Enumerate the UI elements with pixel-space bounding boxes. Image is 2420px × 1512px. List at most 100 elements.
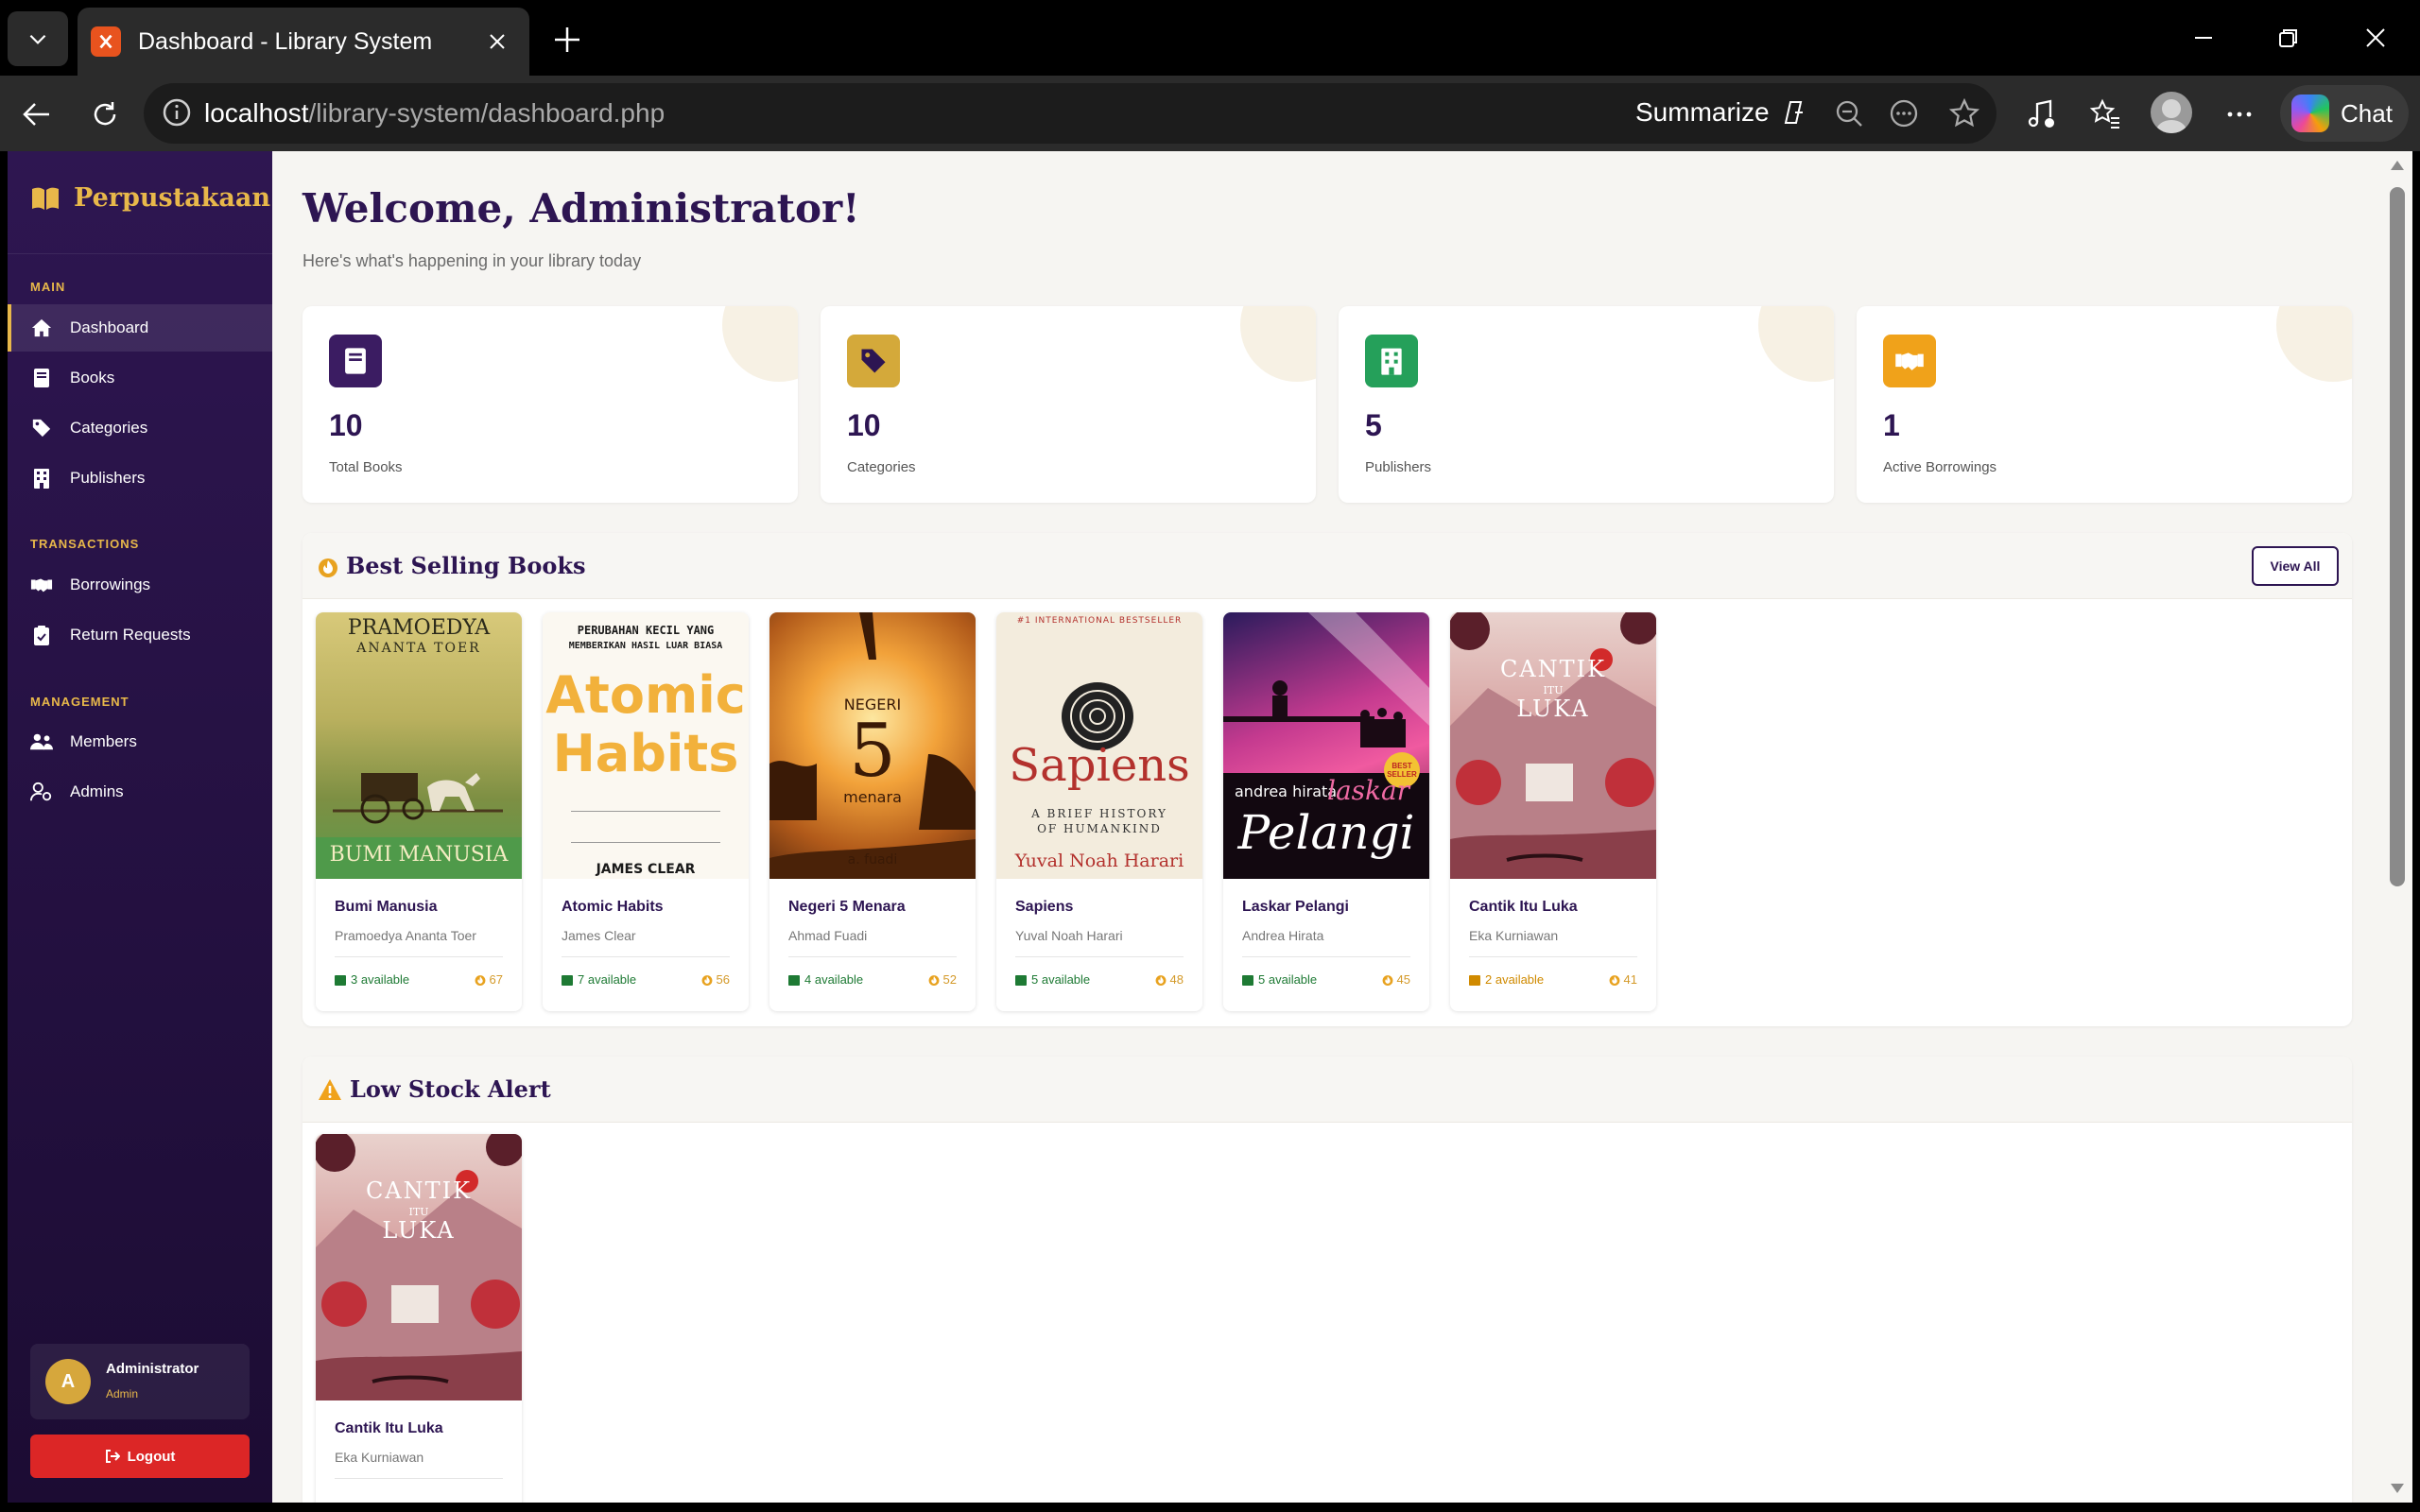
fire-icon (475, 975, 485, 986)
book-author: Pramoedya Ananta Toer (335, 928, 476, 943)
sidebar-item-return-requests[interactable]: Return Requests (8, 611, 272, 659)
book-cover-image: #1 INTERNATIONAL BESTSELLER Sapiens A BR… (996, 612, 1202, 879)
user-cog-icon (30, 781, 53, 803)
sidebar-item-label: Return Requests (70, 626, 191, 644)
sidebar-item-categories[interactable]: Categories (8, 404, 272, 452)
section-label-management: MANAGEMENT (30, 695, 130, 709)
close-tab-icon[interactable] (478, 23, 516, 60)
book-card[interactable]: PERUBAHAN KECIL YANG MEMBERIKAN HASIL LU… (543, 612, 749, 1011)
favorite-star-icon[interactable] (1947, 96, 1981, 130)
summarize-button[interactable]: Summarize (1635, 96, 1809, 129)
plus-icon (555, 27, 579, 52)
calendar-icon (335, 974, 346, 986)
xampp-favicon-icon (91, 26, 121, 57)
sidebar-item-publishers[interactable]: Publishers (8, 455, 272, 502)
summarize-label: Summarize (1635, 97, 1770, 127)
brand-logo[interactable]: Perpustakaan (30, 183, 270, 213)
browser-tab-bar: Dashboard - Library System (0, 0, 2420, 76)
divider (335, 1478, 503, 1479)
stat-label: Active Borrowings (1883, 459, 1997, 475)
panel-title: Best Selling Books (318, 552, 586, 579)
cover-title: Pelangi (1237, 805, 1415, 860)
stat-value: 5 (1365, 408, 1382, 442)
close-icon (2366, 28, 2385, 47)
reading-mode-icon[interactable] (1887, 96, 1921, 130)
favorites-button[interactable] (2083, 93, 2127, 136)
stat-card-active-borrowings[interactable]: 1 Active Borrowings (1857, 306, 2352, 503)
village-illustration (1450, 612, 1656, 879)
sidebar-item-books[interactable]: Books (8, 354, 272, 402)
close-window-button[interactable] (2352, 17, 2399, 59)
stat-card-publishers[interactable]: 5 Publishers (1339, 306, 1834, 503)
cover-author: JAMES CLEAR (596, 862, 696, 877)
sidebar-item-admins[interactable]: Admins (8, 768, 272, 816)
logout-button[interactable]: Logout (30, 1435, 250, 1478)
settings-more-button[interactable] (2218, 93, 2261, 136)
minimize-window-button[interactable] (2180, 17, 2227, 59)
sidebar-item-borrowings[interactable]: Borrowings (8, 561, 272, 609)
tab-actions-menu-button[interactable] (8, 11, 68, 66)
stat-card-categories[interactable]: 10 Categories (821, 306, 1316, 503)
low-stock-panel: Low Stock Alert CANTIK ITU LUKA Cantik I… (302, 1057, 2352, 1503)
stat-card-total-books[interactable]: 10 Total Books (302, 306, 798, 503)
sidebar-item-dashboard[interactable]: Dashboard (8, 304, 272, 352)
book-card[interactable]: #1 INTERNATIONAL BESTSELLER Sapiens A BR… (996, 612, 1202, 1011)
availability-text: 7 available (578, 972, 637, 987)
book-title: Laskar Pelangi (1242, 899, 1349, 915)
calendar-icon (788, 974, 800, 986)
card-decoration (2276, 306, 2352, 382)
book-card[interactable]: PRAMOEDYA ANANTA TOER BUMI MANUSIA Bumi … (316, 612, 522, 1011)
scroll-down-arrow-icon[interactable] (2391, 1484, 2404, 1493)
zoom-out-icon[interactable] (1832, 96, 1866, 130)
profile-avatar-icon (2151, 92, 2192, 133)
divider (1015, 956, 1184, 957)
cover-title: BUMI MANUSIA (329, 843, 509, 867)
sidebar-item-label: Admins (70, 782, 124, 800)
avatar: A (45, 1359, 91, 1404)
restore-window-button[interactable] (2265, 17, 2312, 59)
book-card[interactable]: CANTIK ITU LUKA Cantik Itu Luka Eka Kurn… (316, 1134, 522, 1503)
cover-text: #1 INTERNATIONAL BESTSELLER (1016, 616, 1183, 626)
browser-tab-active[interactable]: Dashboard - Library System (78, 8, 529, 76)
tower-silhouette-illustration (769, 612, 976, 879)
book-cover-image: NEGERI 5 menara a. fuadi (769, 612, 976, 879)
scroll-up-arrow-icon[interactable] (2391, 161, 2404, 170)
page-scrollbar[interactable] (2382, 151, 2412, 1503)
calendar-icon (1242, 974, 1253, 986)
main-content: Welcome, Administrator! Here's what's ha… (272, 151, 2382, 1503)
clipboard-check-icon (30, 624, 53, 646)
cover-text: andrea hirata (1235, 782, 1338, 800)
book-card[interactable]: BEST SELLER andrea hirata laskar Pelangi… (1223, 612, 1429, 1011)
refresh-button[interactable] (83, 93, 127, 136)
sidebar-item-members[interactable]: Members (8, 718, 272, 765)
address-bar[interactable]: localhost/library-system/dashboard.php S… (144, 83, 1996, 144)
scrollbar-thumb[interactable] (2390, 187, 2405, 886)
fire-icon (1609, 975, 1619, 986)
divider (788, 956, 957, 957)
book-card[interactable]: NEGERI 5 menara a. fuadi Negeri 5 Menara… (769, 612, 976, 1011)
stat-value: 1 (1883, 408, 1900, 442)
cover-title: LUKA (382, 1217, 456, 1244)
availability-text: 5 available (1031, 972, 1091, 987)
new-tab-button[interactable] (546, 19, 588, 60)
sold-value: 67 (489, 972, 503, 987)
profile-button[interactable] (2150, 91, 2193, 134)
media-control-button[interactable] (2019, 93, 2063, 136)
tags-icon (847, 335, 900, 387)
users-icon (30, 730, 53, 753)
sidebar-item-label: Borrowings (70, 576, 151, 593)
copilot-chat-button[interactable]: Chat (2280, 85, 2409, 142)
site-info-icon[interactable] (161, 96, 193, 133)
url-text: localhost/library-system/dashboard.php (204, 98, 665, 129)
back-button[interactable] (15, 93, 59, 136)
book-card[interactable]: CANTIK ITU LUKA Cantik Itu Luka Eka Kurn… (1450, 612, 1656, 1011)
brand-name: Perpustakaan (74, 183, 270, 213)
stock-badge: 5 available (1242, 972, 1317, 987)
sidebar-item-label: Books (70, 369, 115, 387)
divider (335, 956, 503, 957)
stock-badge: 2 available (1469, 972, 1544, 987)
book-author: Eka Kurniawan (335, 1450, 424, 1465)
book-title: Atomic Habits (562, 899, 664, 915)
view-all-button[interactable]: View All (2252, 546, 2339, 586)
stock-badge: 3 available (335, 972, 409, 987)
